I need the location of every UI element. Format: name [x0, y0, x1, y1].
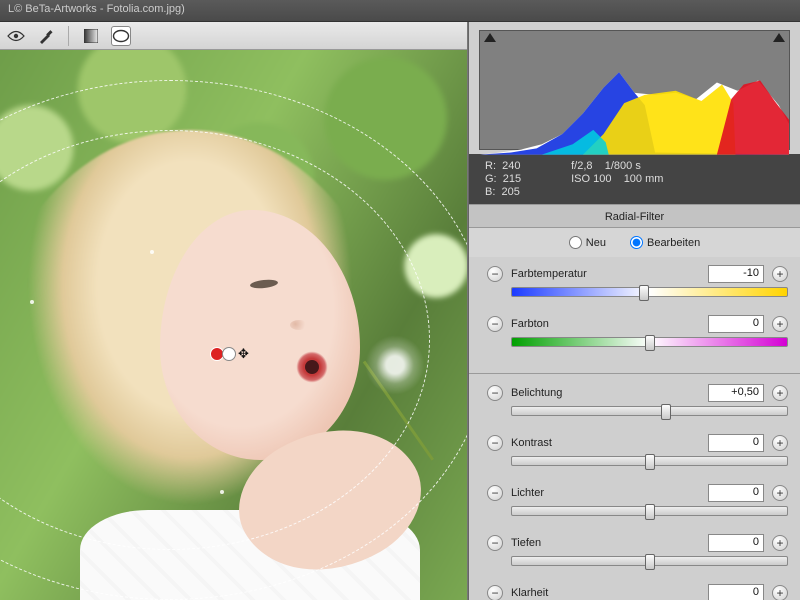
slider-value[interactable]: 0: [708, 584, 764, 600]
slider-thumb[interactable]: [645, 504, 655, 520]
slider-thumb[interactable]: [639, 285, 649, 301]
left-pane: ✥: [0, 22, 468, 600]
mode-edit-label: Bearbeiten: [647, 237, 700, 249]
minus-button[interactable]: −: [487, 385, 503, 401]
minus-button[interactable]: −: [487, 585, 503, 600]
plus-button[interactable]: +: [772, 535, 788, 551]
image-subject-nose: [290, 320, 308, 330]
slider-thumb[interactable]: [645, 554, 655, 570]
plus-button[interactable]: +: [772, 435, 788, 451]
slider-value[interactable]: -10: [708, 265, 764, 283]
pin-unselected-icon: [222, 347, 236, 361]
viewer-toolbar: [0, 22, 467, 50]
slider-label: Farbton: [511, 318, 700, 330]
slider-track-temp[interactable]: [511, 287, 788, 297]
image-seed: [30, 300, 34, 304]
radial-filter-pin[interactable]: ✥: [210, 346, 249, 362]
toolbar-separator: [68, 26, 69, 46]
slider-label: Lichter: [511, 487, 700, 499]
slider-row-highlights: −Lichter 0 +: [487, 482, 788, 504]
gradient-tool[interactable]: [81, 26, 101, 46]
image-viewport[interactable]: ✥: [0, 50, 467, 600]
move-cursor-icon: ✥: [238, 346, 249, 362]
slider-row-shadows: −Tiefen 0 +: [487, 532, 788, 554]
mode-edit-radio[interactable]: Bearbeiten: [630, 236, 700, 249]
slider-label: Farbtemperatur: [511, 268, 700, 280]
minus-button[interactable]: −: [487, 435, 503, 451]
slider-value[interactable]: 0: [708, 484, 764, 502]
slider-value[interactable]: 0: [708, 315, 764, 333]
slider-track-tint[interactable]: [511, 337, 788, 347]
slider-thumb[interactable]: [645, 335, 655, 351]
slider-label: Belichtung: [511, 387, 700, 399]
plus-button[interactable]: +: [772, 585, 788, 600]
eye-tool[interactable]: [6, 26, 26, 46]
slider-stack: −Farbtemperatur-10+−Farbton0+−Belichtung…: [469, 257, 800, 600]
slider-label: Kontrast: [511, 437, 700, 449]
plus-button[interactable]: +: [772, 385, 788, 401]
mode-new-label: Neu: [586, 237, 606, 249]
panel-title: Radial-Filter: [469, 204, 800, 228]
readout-iso-focal: ISO 100 100 mm: [571, 173, 663, 185]
minus-button[interactable]: −: [487, 266, 503, 282]
readout-b: B: 205: [485, 186, 521, 198]
image-dandelion-head: [360, 330, 430, 400]
plus-button[interactable]: +: [772, 266, 788, 282]
image-seed: [220, 490, 224, 494]
slider-track-exposure[interactable]: [511, 406, 788, 416]
slider-value[interactable]: 0: [708, 434, 764, 452]
histogram[interactable]: [479, 30, 790, 150]
exif-readout: R: 240 G: 215 B: 205 f/2,8 1/800 s ISO 1…: [469, 154, 800, 204]
slider-value[interactable]: 0: [708, 534, 764, 552]
brush-tool[interactable]: [36, 26, 56, 46]
minus-button[interactable]: −: [487, 316, 503, 332]
mode-new-radio[interactable]: Neu: [569, 236, 606, 249]
plus-button[interactable]: +: [772, 485, 788, 501]
image-seed: [150, 250, 154, 254]
main-layout: ✥ R: 240 G: 215 B: 205 f/2,8: [0, 22, 800, 600]
slider-row-clarity: −Klarheit 0 +: [487, 582, 788, 600]
window-title: L© BeTa-Artworks - Fotolia.com.jpg): [8, 3, 185, 15]
readout-aperture-shutter: f/2,8 1/800 s: [571, 160, 663, 172]
slider-row-tint: −Farbton 0 +: [487, 313, 788, 335]
minus-button[interactable]: −: [487, 485, 503, 501]
slider-track-contrast[interactable]: [511, 456, 788, 466]
slider-thumb[interactable]: [645, 454, 655, 470]
radial-filter-tool[interactable]: [111, 26, 131, 46]
right-panel: R: 240 G: 215 B: 205 f/2,8 1/800 s ISO 1…: [468, 22, 800, 600]
slider-value[interactable]: +0,50: [708, 384, 764, 402]
slider-track-highlights[interactable]: [511, 506, 788, 516]
plus-button[interactable]: +: [772, 316, 788, 332]
minus-button[interactable]: −: [487, 535, 503, 551]
image-subject-mouth: [295, 350, 329, 384]
slider-label: Klarheit: [511, 587, 700, 599]
slider-row-temp: −Farbtemperatur -10 +: [487, 263, 788, 285]
window-titlebar: L© BeTa-Artworks - Fotolia.com.jpg): [0, 0, 800, 22]
slider-label: Tiefen: [511, 537, 700, 549]
readout-g: G: 215: [485, 173, 521, 185]
readout-r: R: 240: [485, 160, 521, 172]
slider-thumb[interactable]: [661, 404, 671, 420]
slider-row-contrast: −Kontrast 0 +: [487, 432, 788, 454]
histogram-svg: [480, 31, 789, 155]
slider-row-exposure: −Belichtung +0,50 +: [487, 382, 788, 404]
mode-radio-group: Neu Bearbeiten: [469, 228, 800, 257]
slider-track-shadows[interactable]: [511, 556, 788, 566]
